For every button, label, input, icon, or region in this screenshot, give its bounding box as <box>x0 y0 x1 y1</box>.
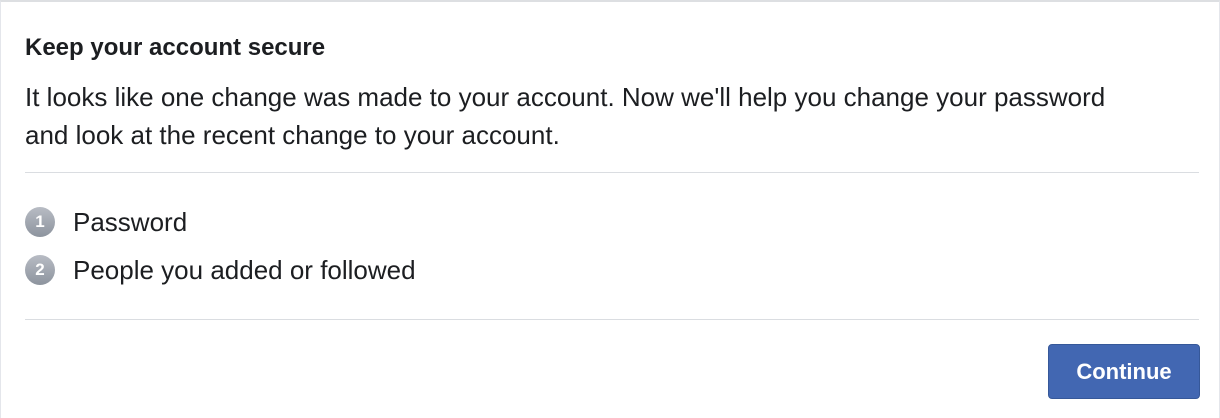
step-number-badge: 2 <box>25 255 55 285</box>
step-item-password: 1 Password <box>25 202 416 242</box>
divider-bottom <box>25 319 1199 320</box>
step-label: People you added or followed <box>73 255 416 285</box>
divider-top <box>25 172 1199 173</box>
dialog-title: Keep your account secure <box>25 34 326 61</box>
continue-button[interactable]: Continue <box>1048 344 1200 399</box>
dialog-description: It looks like one change was made to you… <box>25 82 1106 150</box>
security-dialog: Keep your account secure It looks like o… <box>0 0 1220 418</box>
step-number-badge: 1 <box>25 207 55 237</box>
steps-list: 1 Password 2 People you added or followe… <box>25 202 416 298</box>
step-item-people: 2 People you added or followed <box>25 250 416 290</box>
step-label: Password <box>73 207 188 237</box>
